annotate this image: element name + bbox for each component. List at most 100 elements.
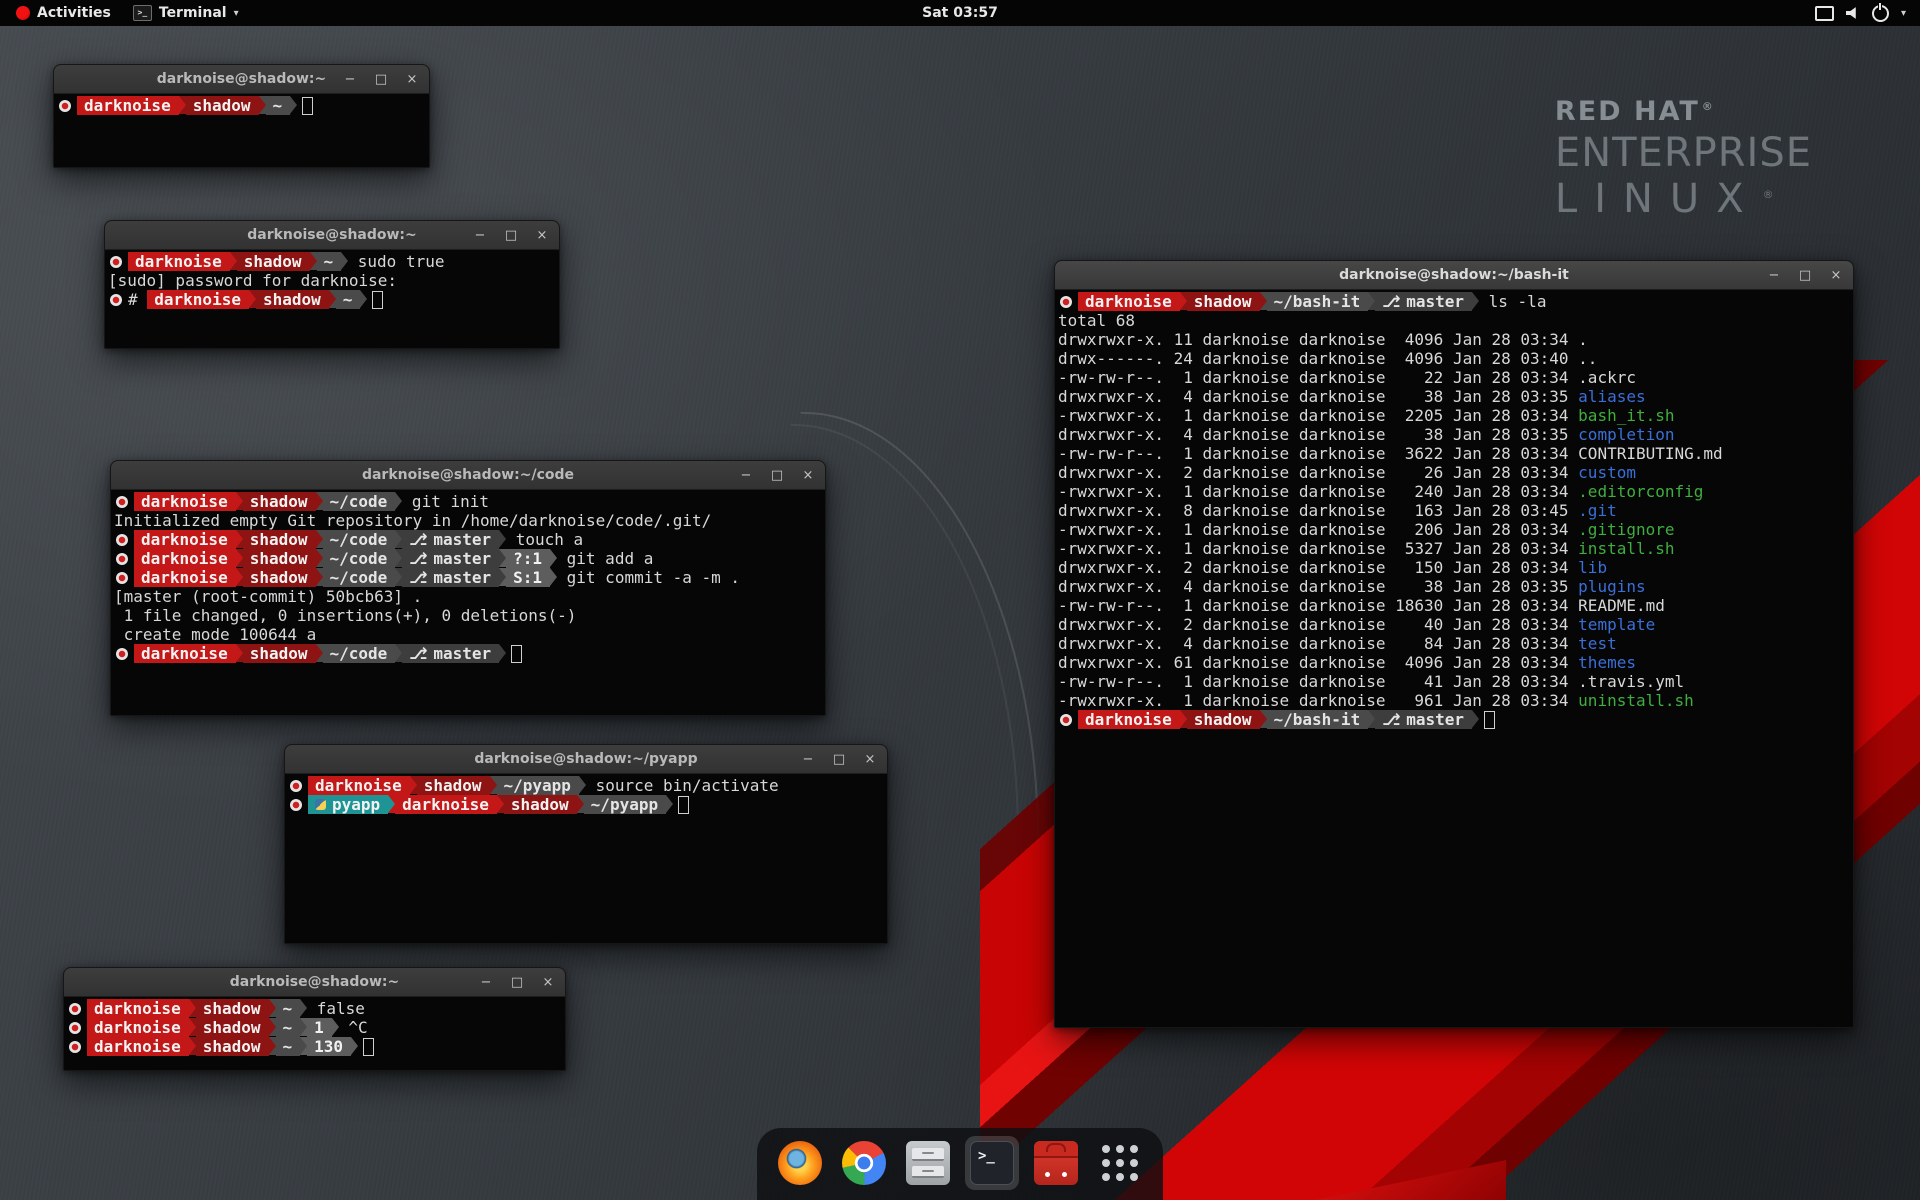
terminal-line: 1 file changed, 0 insertions(+), 0 delet… [114,606,822,625]
window-controls: − □ × [801,745,877,773]
clock[interactable]: Sat 03:57 [0,5,1920,21]
prompt-icon [110,256,122,268]
prompt-segment-branch: ⎇ master [1375,292,1472,311]
window-minimize-button[interactable]: − [801,752,815,767]
prompt-segment-host: shadow [243,568,316,587]
prompt-segment-branch: ⎇ master [402,549,499,568]
window-maximize-button[interactable]: □ [1798,268,1812,283]
terminal-text: custom [1578,463,1636,482]
terminal-text: [sudo] password for darknoise: [108,271,397,290]
window-minimize-button[interactable]: − [473,228,487,243]
terminal-line: [sudo] password for darknoise: [108,271,556,290]
activities-label: Activities [37,5,111,21]
terminal-content[interactable]: darknoiseshadow~/bash-it⎇ master ls -lat… [1055,290,1853,1027]
window-close-button[interactable]: × [1829,268,1843,283]
window-titlebar[interactable]: darknoise@shadow:~−□× [105,221,559,250]
git-branch-icon: ⎇ [409,549,433,568]
powerline-separator [290,96,297,114]
powerline-separator [360,290,367,308]
prompt-segment-status: S:1 [506,568,550,587]
window-maximize-button[interactable]: □ [510,975,524,990]
dock-toolbox[interactable] [1029,1136,1083,1190]
window-minimize-button[interactable]: − [343,72,357,87]
prompt-icon [1060,296,1072,308]
activities-button[interactable]: Activities [6,0,121,26]
dock-firefox[interactable] [773,1136,827,1190]
terminal-content[interactable]: darknoiseshadow~ sudo true[sudo] passwor… [105,250,559,348]
window-minimize-button[interactable]: − [739,468,753,483]
powerline-separator [269,1018,276,1036]
dock-files[interactable] [901,1136,955,1190]
system-menu[interactable]: ▾ [1815,0,1920,26]
terminal-content[interactable]: darknoiseshadow~ [54,94,429,167]
powerline-separator [550,568,557,586]
dock-chrome[interactable] [837,1136,891,1190]
prompt-icon [116,553,128,565]
powerline-separator [300,1037,307,1055]
window-close-button[interactable]: × [801,468,815,483]
terminal-content[interactable]: darknoiseshadow~ falsedarknoiseshadow~1 … [64,997,565,1070]
terminal-text: create mode 100644 a [114,625,316,644]
window-minimize-button[interactable]: − [479,975,493,990]
window-title: darknoise@shadow:~/code [111,467,825,483]
powerline-separator [395,492,402,510]
window-close-button[interactable]: × [405,72,419,87]
window-close-button[interactable]: × [863,752,877,767]
powerline-separator [189,999,196,1017]
window-titlebar[interactable]: darknoise@shadow:~/pyapp− □ × [285,745,887,774]
window-titlebar[interactable]: darknoise@shadow:~/code− □ × [111,461,825,490]
app-menu-terminal[interactable]: >_ Terminal ▾ [123,0,249,26]
prompt-segment-host: shadow [196,1018,269,1037]
dock-app-grid[interactable] [1093,1136,1147,1190]
powerline-separator [395,644,402,662]
terminal-text: drwxrwxr-x. 61 darknoise darknoise 4096 … [1058,653,1578,672]
window-controls: − □ × [479,968,555,996]
powerline-separator [1180,292,1187,310]
powerline-separator [499,549,506,567]
terminal-text: bash_it.sh [1578,406,1674,425]
powerline-separator [329,290,336,308]
terminal-text: drwx------. 24 darknoise darknoise 4096 … [1058,349,1578,368]
terminal-line: drwxrwxr-x. 11 darknoise darknoise 4096 … [1058,330,1850,349]
terminal-content[interactable]: darknoiseshadow~/code git initInitialize… [111,490,825,715]
prompt-segment-user: darknoise [308,776,410,795]
prompt-segment-status: ?:1 [506,549,550,568]
window-maximize-button[interactable]: □ [374,72,388,87]
window-titlebar[interactable]: darknoise@shadow:~/bash-it−□× [1055,261,1853,290]
window-title: darknoise@shadow:~/pyapp [285,751,887,767]
prompt-segment-host: shadow [243,549,316,568]
terminal-line: drwxrwxr-x. 61 darknoise darknoise 4096 … [1058,653,1850,672]
window-titlebar[interactable]: darknoise@shadow:~−□× [64,968,565,997]
powerline-separator [236,530,243,548]
prompt-icon [116,648,128,660]
prompt-segment-user: darknoise [87,999,189,1018]
terminal-line: darknoiseshadow~ [57,96,426,115]
window-maximize-button[interactable]: □ [832,752,846,767]
power-icon [1872,5,1889,22]
prompt-segment-user: darknoise [128,252,230,271]
prompt-segment-exit: 1 [307,1018,332,1037]
terminal-text: drwxrwxr-x. 2 darknoise darknoise 26 Jan… [1058,463,1578,482]
terminal-content[interactable]: darknoiseshadow~/pyapp source bin/activa… [285,774,887,943]
terminal-text: git add a [557,549,653,568]
terminal-text: README.md [1578,596,1665,615]
window-close-button[interactable]: × [535,228,549,243]
powerline-separator [189,1037,196,1055]
terminal-line: [master (root-commit) 50bcb63] . [114,587,822,606]
dock-terminal[interactable]: >_ [965,1136,1019,1190]
window-close-button[interactable]: × [541,975,555,990]
window-titlebar[interactable]: darknoise@shadow:~−□× [54,65,429,94]
window-maximize-button[interactable]: □ [770,468,784,483]
terminal-text: ls -la [1479,292,1546,311]
terminal-line: -rwxrwxr-x. 1 darknoise darknoise 206 Ja… [1058,520,1850,539]
window-maximize-button[interactable]: □ [504,228,518,243]
powerline-separator [395,568,402,586]
terminal-icon: >_ [970,1141,1014,1185]
terminal-line: -rwxrwxr-x. 1 darknoise darknoise 5327 J… [1058,539,1850,558]
window-minimize-button[interactable]: − [1767,268,1781,283]
prompt-segment-host: shadow [243,492,316,511]
powerline-separator [1180,710,1187,728]
terminal-window-w6: darknoise@shadow:~/bash-it−□×darknoisesh… [1054,260,1854,1028]
powerline-separator [300,999,307,1017]
terminal-text: lib [1578,558,1607,577]
